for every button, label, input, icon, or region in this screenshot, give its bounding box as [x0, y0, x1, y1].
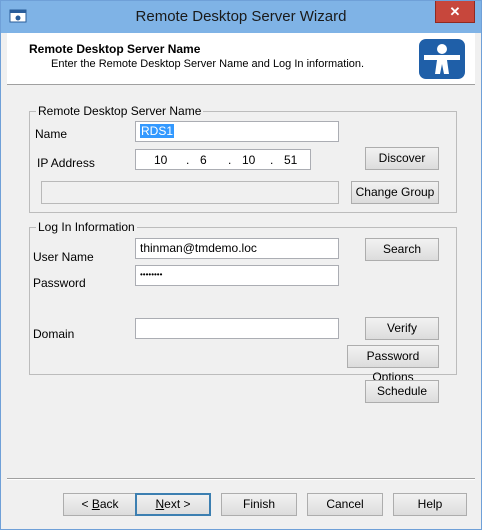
discover-button[interactable]: Discover — [365, 147, 439, 170]
title-bar[interactable]: Remote Desktop Server Wizard ✕ — [1, 1, 481, 33]
ip-dot: . — [270, 153, 274, 167]
wizard-header: Remote Desktop Server Name Enter the Rem… — [7, 33, 475, 85]
password-label: Password — [33, 276, 86, 290]
finish-button[interactable]: Finish — [221, 493, 297, 516]
wizard-body: Remote Desktop Server Name Enter the Rem… — [7, 33, 475, 525]
server-group-title: Remote Desktop Server Name — [36, 104, 204, 118]
back-rest: ack — [99, 497, 119, 511]
verify-button[interactable]: Verify — [365, 317, 439, 340]
back-mnemonic: B — [91, 497, 100, 511]
server-name-value: RDS1 — [140, 124, 175, 138]
domain-label: Domain — [33, 327, 75, 341]
ip-dot: . — [228, 153, 232, 167]
username-label: User Name — [33, 250, 94, 264]
back-button[interactable]: < Back — [63, 493, 137, 516]
login-group-title: Log In Information — [36, 220, 137, 234]
ip-octet-1: 10 — [154, 153, 168, 167]
next-button[interactable]: Next > — [135, 493, 211, 516]
ip-address-input[interactable]: 10 . 6 . 10 . 51 — [135, 149, 311, 170]
close-button[interactable]: ✕ — [435, 1, 475, 23]
ip-octet-2: 6 — [200, 153, 207, 167]
back-prefix: < — [81, 497, 92, 511]
next-mnemonic: N — [155, 497, 165, 511]
ip-octet-4: 51 — [284, 153, 298, 167]
help-button[interactable]: Help — [393, 493, 467, 516]
ip-address-label: IP Address — [37, 156, 95, 170]
ip-octet-3: 10 — [242, 153, 256, 167]
page-title: Remote Desktop Server Name — [29, 42, 201, 56]
password-options-button[interactable]: Password Options — [347, 345, 439, 384]
server-name-input[interactable]: RDS1 — [135, 121, 339, 142]
cancel-button[interactable]: Cancel — [307, 493, 383, 516]
change-group-button[interactable]: Change Group — [351, 181, 439, 204]
page-subtitle: Enter the Remote Desktop Server Name and… — [51, 58, 365, 70]
footer-separator — [7, 478, 475, 480]
thinmanager-logo-icon — [419, 39, 465, 79]
group-field — [41, 181, 339, 204]
name-label: Name — [35, 127, 68, 141]
domain-input[interactable] — [135, 318, 339, 339]
window-title: Remote Desktop Server Wizard — [135, 8, 347, 25]
password-input[interactable]: •••••••• — [135, 265, 339, 286]
username-input[interactable]: thinman@tmdemo.loc — [135, 238, 339, 259]
ip-dot: . — [186, 153, 190, 167]
next-rest: ext > — [164, 497, 191, 511]
wizard-window: Remote Desktop Server Wizard ✕ Remote De… — [0, 0, 482, 530]
search-button[interactable]: Search — [365, 238, 439, 261]
schedule-button[interactable]: Schedule — [365, 380, 439, 403]
